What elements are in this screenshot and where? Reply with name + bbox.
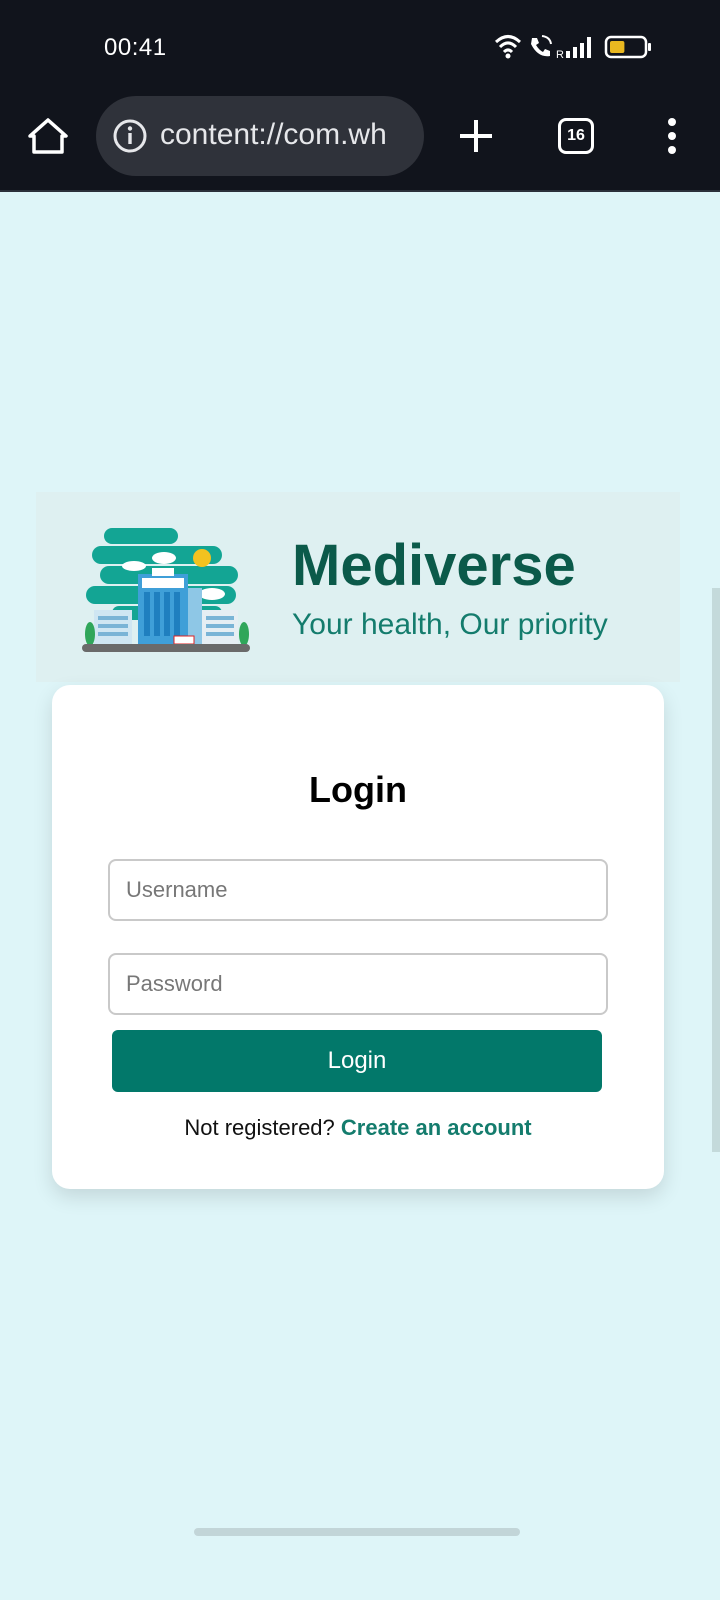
volte-call-icon: [531, 35, 552, 57]
brand-name: Mediverse: [292, 533, 576, 598]
plus-icon[interactable]: [456, 116, 496, 156]
browser-toolbar: content://com.wh 16: [0, 94, 720, 192]
password-input[interactable]: [108, 953, 608, 1015]
home-icon[interactable]: [26, 114, 70, 158]
login-button[interactable]: Login: [112, 1030, 602, 1092]
brand-header: Mediverse Your health, Our priority: [36, 492, 680, 682]
create-account-link[interactable]: Create an account: [341, 1115, 532, 1140]
signal-icon: [566, 37, 591, 58]
username-input[interactable]: [108, 859, 608, 921]
login-card: Login Login Not registered? Create an ac…: [52, 685, 664, 1189]
hospital-illustration: [82, 528, 250, 652]
status-icons: R: [494, 35, 651, 60]
roaming-label: R: [556, 49, 564, 60]
battery-fill: [610, 41, 625, 53]
tabs-icon[interactable]: 16: [558, 118, 594, 154]
login-title: Login: [309, 769, 407, 810]
info-icon[interactable]: [112, 118, 148, 154]
address-bar[interactable]: content://com.wh: [96, 96, 424, 176]
scrollbar[interactable]: [712, 588, 720, 1152]
url-text[interactable]: content://com.wh: [160, 118, 410, 152]
gesture-home-indicator[interactable]: [194, 1528, 520, 1536]
status-bar: 00:41 R: [0, 0, 720, 94]
register-line: Not registered? Create an account: [52, 1115, 664, 1141]
brand-tagline: Your health, Our priority: [292, 608, 608, 641]
status-time: 00:41: [104, 34, 167, 61]
more-vert-icon[interactable]: [652, 116, 692, 156]
register-prompt: Not registered?: [184, 1115, 335, 1140]
wifi-dot: [505, 53, 511, 59]
battery-icon: [604, 35, 651, 59]
wifi-icon: [494, 35, 522, 54]
